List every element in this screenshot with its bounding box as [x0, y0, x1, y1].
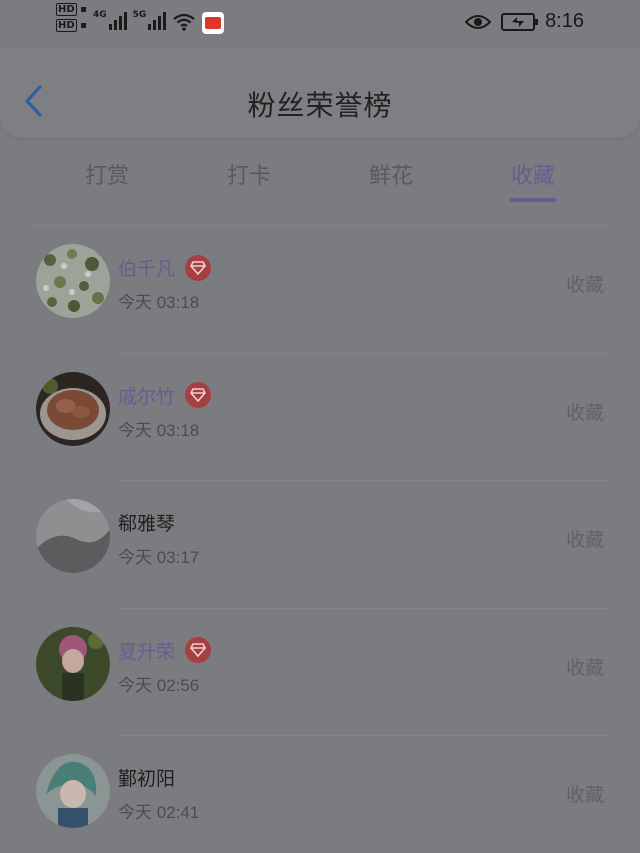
- list-item[interactable]: 夏升荣 今天 02:56 收藏: [0, 609, 640, 736]
- wifi-icon: [173, 13, 195, 31]
- name-line: 鄞初阳: [118, 764, 175, 791]
- diamond-icon: [185, 637, 212, 663]
- active-tab-indicator: [509, 198, 557, 202]
- hd1-icon: HD ▪: [56, 3, 87, 16]
- book-app-icon: [202, 12, 225, 34]
- name-line: 伯千凡: [118, 254, 212, 281]
- avatar[interactable]: [36, 371, 110, 446]
- fan-name: 伯千凡: [118, 258, 176, 280]
- favorite-label: 收藏: [565, 401, 604, 424]
- clock: 8:16: [545, 10, 584, 32]
- signal-4g-icon: 4G: [93, 4, 127, 30]
- page-title: 粉丝荣誉榜: [247, 89, 393, 122]
- hd-indicators: HD ▪ HD ▪: [56, 3, 87, 32]
- net1-label: 4G: [92, 10, 107, 20]
- timestamp: 今天 03:18: [118, 293, 200, 312]
- hd1-label: HD: [56, 3, 77, 16]
- diamond-icon: [185, 382, 212, 408]
- status-right: 8:16: [465, 10, 584, 33]
- fan-name: 夏升荣: [118, 640, 176, 663]
- tab-reward[interactable]: 打赏: [62, 158, 152, 190]
- fan-name: 戚尔竹: [118, 385, 176, 408]
- list-item[interactable]: 戚尔竹 今天 03:18 收藏: [0, 354, 640, 481]
- avatar[interactable]: [36, 754, 110, 828]
- list-item[interactable]: 伯千凡 今天 03:18 收藏: [0, 226, 640, 354]
- list-item[interactable]: 郗雅琴 今天 03:17 收藏: [0, 481, 640, 609]
- name-line: 戚尔竹: [118, 382, 212, 409]
- hd2-icon: HD ▪: [56, 19, 87, 32]
- fan-name: 郗雅琴: [118, 513, 176, 535]
- favorite-label: 收藏: [565, 529, 604, 551]
- fan-name: 鄞初阳: [118, 768, 176, 790]
- net2-label: 5G: [132, 10, 147, 20]
- diamond-icon: [185, 254, 212, 281]
- timestamp: 今天 03:17: [118, 548, 200, 567]
- status-left: HD ▪ HD ▪ 4G 5G: [56, 3, 225, 34]
- timestamp: 今天 03:18: [118, 420, 200, 440]
- fan-list: 伯千凡 今天 03:18 收藏 戚尔竹 今天 03:18 收藏 郗雅琴 今天 0…: [0, 226, 640, 853]
- avatar[interactable]: [36, 499, 110, 573]
- tab-checkin[interactable]: 打卡: [204, 158, 294, 190]
- header-bar: 粉丝荣誉榜: [0, 48, 640, 138]
- hd2-label: HD: [56, 19, 77, 32]
- timestamp: 今天 02:41: [118, 803, 200, 822]
- favorite-label: 收藏: [565, 656, 604, 679]
- favorite-label: 收藏: [565, 274, 604, 296]
- tab-flowers[interactable]: 鲜花: [346, 158, 436, 190]
- signal-5g-icon: 5G: [133, 4, 167, 30]
- name-line: 郗雅琴: [118, 509, 175, 536]
- tab-bar: 打赏 打卡 鲜花 收藏: [0, 150, 640, 210]
- status-bar: HD ▪ HD ▪ 4G 5G 8:16: [0, 0, 640, 48]
- eye-icon: [465, 14, 492, 29]
- battery-icon: [501, 12, 539, 31]
- tab-favorites[interactable]: 收藏: [488, 158, 578, 190]
- list-item[interactable]: 鄞初阳 今天 02:41 收藏: [0, 736, 640, 853]
- avatar[interactable]: [36, 244, 110, 318]
- avatar[interactable]: [36, 626, 110, 701]
- favorite-label: 收藏: [565, 784, 604, 806]
- name-line: 夏升荣: [118, 637, 212, 664]
- timestamp: 今天 02:56: [118, 675, 200, 695]
